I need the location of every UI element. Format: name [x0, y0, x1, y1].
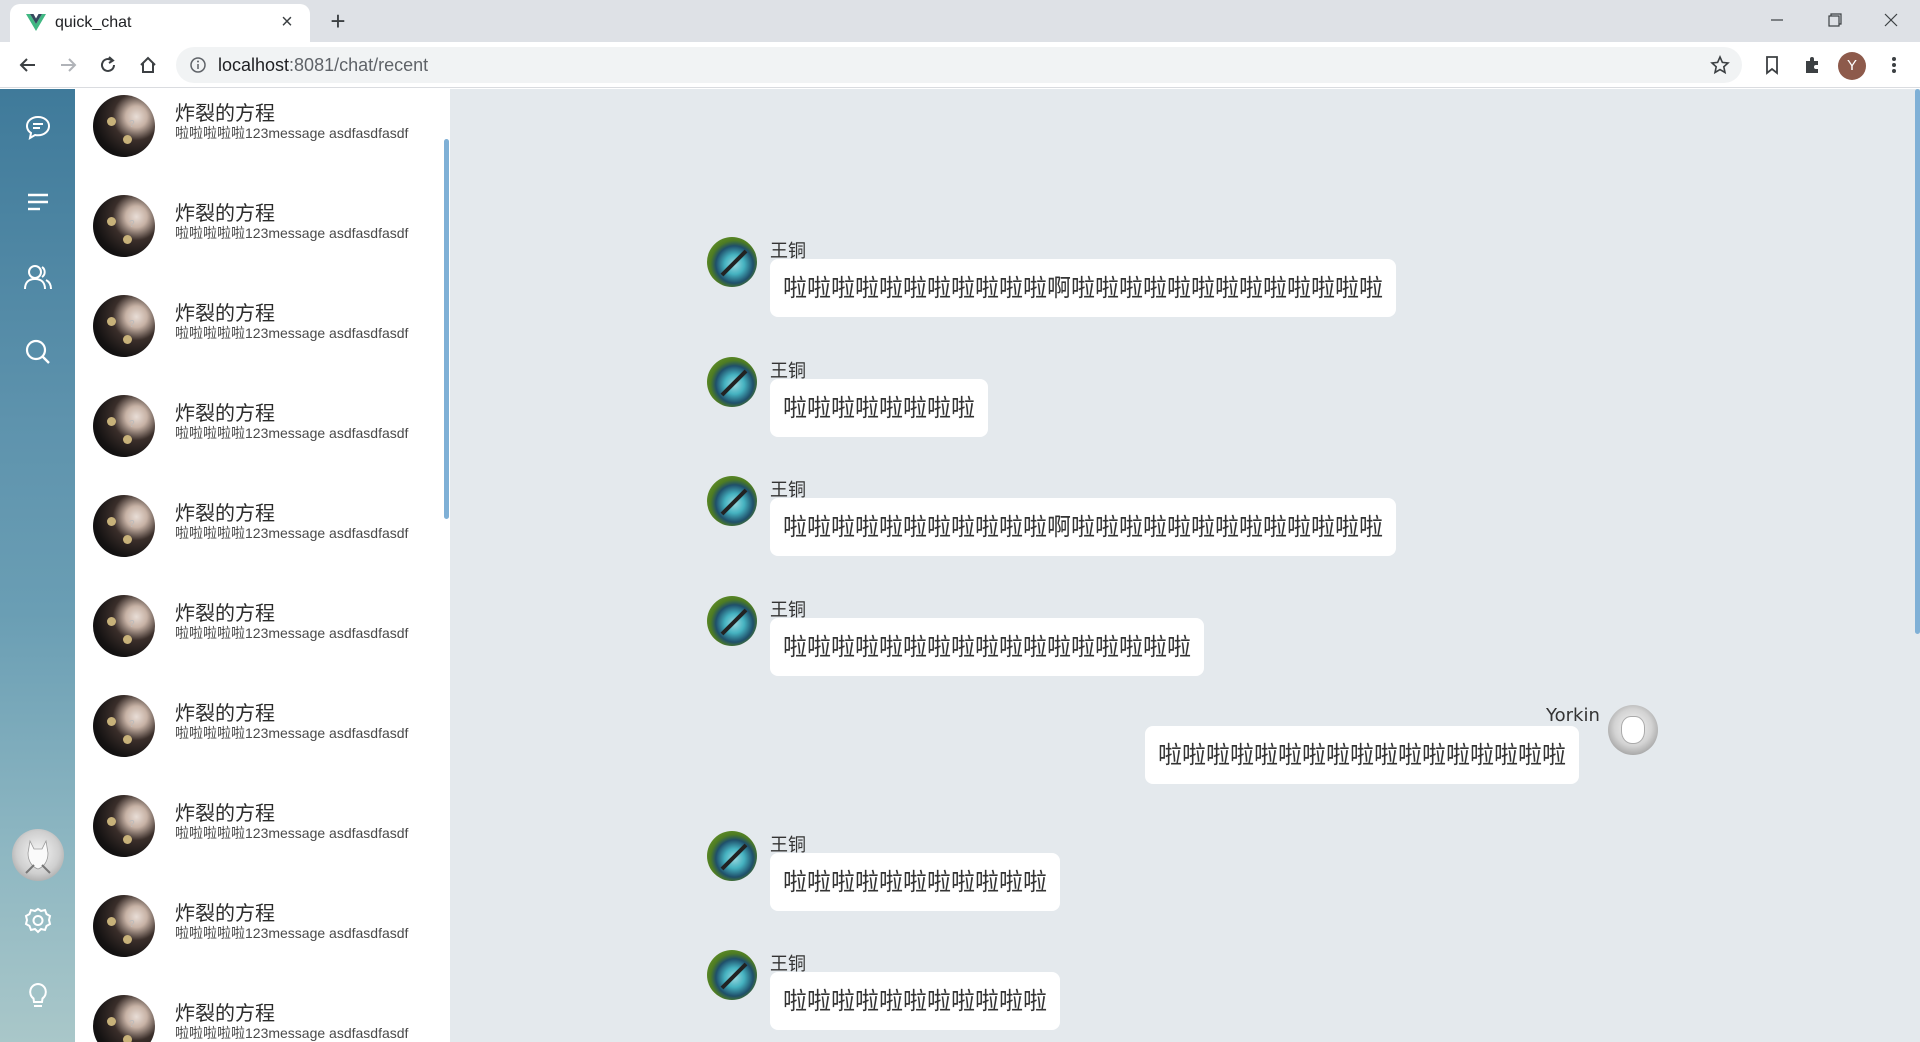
browser-toolbar: localhost:8081/chat/recent Y [0, 42, 1920, 88]
forward-icon[interactable] [52, 49, 84, 81]
last-message-preview: 啦啦啦啦啦123message asdfasdfasdf [175, 1025, 409, 1041]
lightbulb-icon[interactable] [22, 980, 54, 1012]
search-icon[interactable] [22, 336, 54, 368]
chat-list-item[interactable]: ? 炸裂的方程 啦啦啦啦啦123message asdfasdfasdf [75, 89, 443, 177]
last-message-preview: 啦啦啦啦啦123message asdfasdfasdf [175, 325, 409, 341]
chat-list-items: ? 炸裂的方程 啦啦啦啦啦123message asdfasdfasdf? 炸裂的方程… [75, 89, 443, 1042]
conversation-panel: 王铜 啦啦啦啦啦啦啦啦啦啦啦啊啦啦啦啦啦啦啦啦啦啦啦啦啦 王铜 啦啦啦啦啦啦啦啦 王铜啦… [450, 89, 1920, 1042]
last-message-preview: 啦啦啦啦啦123message asdfasdfasdf [175, 925, 409, 941]
sender-avatar[interactable] [707, 237, 757, 287]
bookmark-star-icon[interactable] [1708, 53, 1732, 77]
message-bubble[interactable]: 啦啦啦啦啦啦啦啦啦啦啦啦啦啦啦啦啦 [1145, 726, 1579, 784]
message-bubble[interactable]: 啦啦啦啦啦啦啦啦 [770, 379, 988, 437]
recent-chat-list: ? 炸裂的方程 啦啦啦啦啦123message asdfasdfasdf? 炸裂的方程… [75, 89, 450, 1042]
self-name: Yorkin [1546, 705, 1600, 726]
sender-avatar[interactable] [707, 950, 757, 1000]
last-message-preview: 啦啦啦啦啦123message asdfasdfasdf [175, 125, 409, 141]
home-icon[interactable] [132, 49, 164, 81]
contact-avatar: ? [93, 995, 155, 1042]
contact-name: 炸裂的方程 [175, 701, 275, 725]
sender-avatar[interactable] [707, 476, 757, 526]
contact-avatar: ? [93, 795, 155, 857]
contact-avatar: ? [93, 695, 155, 757]
last-message-preview: 啦啦啦啦啦123message asdfasdfasdf [175, 725, 409, 741]
chat-list-item[interactable]: ? 炸裂的方程 啦啦啦啦啦123message asdfasdfasdf [75, 977, 443, 1042]
chat-list-item[interactable]: ? 炸裂的方程 啦啦啦啦啦123message asdfasdfasdf [75, 477, 443, 577]
contact-name: 炸裂的方程 [175, 601, 275, 625]
message-bubble[interactable]: 啦啦啦啦啦啦啦啦啦啦啦 [770, 972, 1060, 1030]
browser-tab[interactable]: quick_chat × [10, 4, 310, 42]
tab-close-icon[interactable]: × [276, 10, 298, 34]
nav-iconbar [0, 89, 75, 1042]
chat-list-item[interactable]: ? 炸裂的方程 啦啦啦啦啦123message asdfasdfasdf [75, 677, 443, 777]
chat-list-scrollbar[interactable] [444, 139, 449, 519]
contact-name: 炸裂的方程 [175, 301, 275, 325]
restore-icon[interactable] [1806, 0, 1864, 40]
conversation-scrollbar[interactable] [1915, 89, 1920, 634]
reload-icon[interactable] [92, 49, 124, 81]
message-bubble[interactable]: 啦啦啦啦啦啦啦啦啦啦啦啦啦啦啦啦啦 [770, 618, 1204, 676]
contact-name: 炸裂的方程 [175, 201, 275, 225]
settings-icon[interactable] [22, 905, 54, 937]
profile-avatar[interactable]: Y [1838, 52, 1866, 80]
chat-list-item[interactable]: ? 炸裂的方程 啦啦啦啦啦123message asdfasdfasdf [75, 177, 443, 277]
chat-list-item[interactable]: ? 炸裂的方程 啦啦啦啦啦123message asdfasdfasdf [75, 277, 443, 377]
message-bubble[interactable]: 啦啦啦啦啦啦啦啦啦啦啦啊啦啦啦啦啦啦啦啦啦啦啦啦啦 [770, 498, 1396, 556]
sender-avatar[interactable] [707, 357, 757, 407]
contact-avatar: ? [93, 195, 155, 257]
last-message-preview: 啦啦啦啦啦123message asdfasdfasdf [175, 425, 409, 441]
chat-list-item[interactable]: ? 炸裂的方程 啦啦啦啦啦123message asdfasdfasdf [75, 777, 443, 877]
message-bubble[interactable]: 啦啦啦啦啦啦啦啦啦啦啦啊啦啦啦啦啦啦啦啦啦啦啦啦啦 [770, 259, 1396, 317]
contact-name: 炸裂的方程 [175, 1001, 275, 1025]
contact-name: 炸裂的方程 [175, 801, 275, 825]
contact-avatar: ? [93, 395, 155, 457]
extensions-icon[interactable] [1798, 51, 1826, 79]
more-menu-icon[interactable] [1880, 51, 1908, 79]
vue-logo-icon [26, 14, 46, 32]
last-message-preview: 啦啦啦啦啦123message asdfasdfasdf [175, 825, 409, 841]
new-tab-icon[interactable]: + [324, 8, 352, 36]
contact-avatar: ? [93, 595, 155, 657]
contact-name: 炸裂的方程 [175, 401, 275, 425]
contact-name: 炸裂的方程 [175, 901, 275, 925]
last-message-preview: 啦啦啦啦啦123message asdfasdfasdf [175, 225, 409, 241]
chat-list-item[interactable]: ? 炸裂的方程 啦啦啦啦啦123message asdfasdfasdf [75, 377, 443, 477]
self-avatar[interactable] [1608, 705, 1658, 755]
message-bubble[interactable]: 啦啦啦啦啦啦啦啦啦啦啦 [770, 853, 1060, 911]
user-avatar[interactable] [12, 829, 64, 881]
contact-name: 炸裂的方程 [175, 101, 275, 125]
contact-avatar: ? [93, 95, 155, 157]
sender-avatar[interactable] [707, 596, 757, 646]
window-close-icon[interactable] [1862, 0, 1920, 40]
address-bar[interactable]: localhost:8081/chat/recent [176, 47, 1742, 83]
contact-name: 炸裂的方程 [175, 501, 275, 525]
back-icon[interactable] [12, 49, 44, 81]
menu-icon[interactable] [22, 186, 54, 218]
url-path: :8081/chat/recent [289, 55, 429, 75]
contact-avatar: ? [93, 295, 155, 357]
chat-list-item[interactable]: ? 炸裂的方程 啦啦啦啦啦123message asdfasdfasdf [75, 577, 443, 677]
tab-title: quick_chat [55, 14, 132, 31]
last-message-preview: 啦啦啦啦啦123message asdfasdfasdf [175, 525, 409, 541]
browser-tabstrip: quick_chat × + [0, 0, 1920, 42]
sender-avatar[interactable] [707, 831, 757, 881]
contacts-icon[interactable] [22, 261, 54, 293]
app: ? 炸裂的方程 啦啦啦啦啦123message asdfasdfasdf? 炸裂的方程… [0, 89, 1920, 1042]
bookmarks-icon[interactable] [1758, 51, 1786, 79]
url-host: localhost [218, 55, 290, 75]
contact-avatar: ? [93, 895, 155, 957]
minimize-icon[interactable] [1748, 0, 1806, 40]
last-message-preview: 啦啦啦啦啦123message asdfasdfasdf [175, 625, 409, 641]
url-text: localhost:8081/chat/recent [218, 55, 428, 76]
contact-avatar: ? [93, 495, 155, 557]
chat-icon[interactable] [22, 111, 54, 143]
site-info-icon[interactable] [188, 55, 208, 75]
chat-list-item[interactable]: ? 炸裂的方程 啦啦啦啦啦123message asdfasdfasdf [75, 877, 443, 977]
